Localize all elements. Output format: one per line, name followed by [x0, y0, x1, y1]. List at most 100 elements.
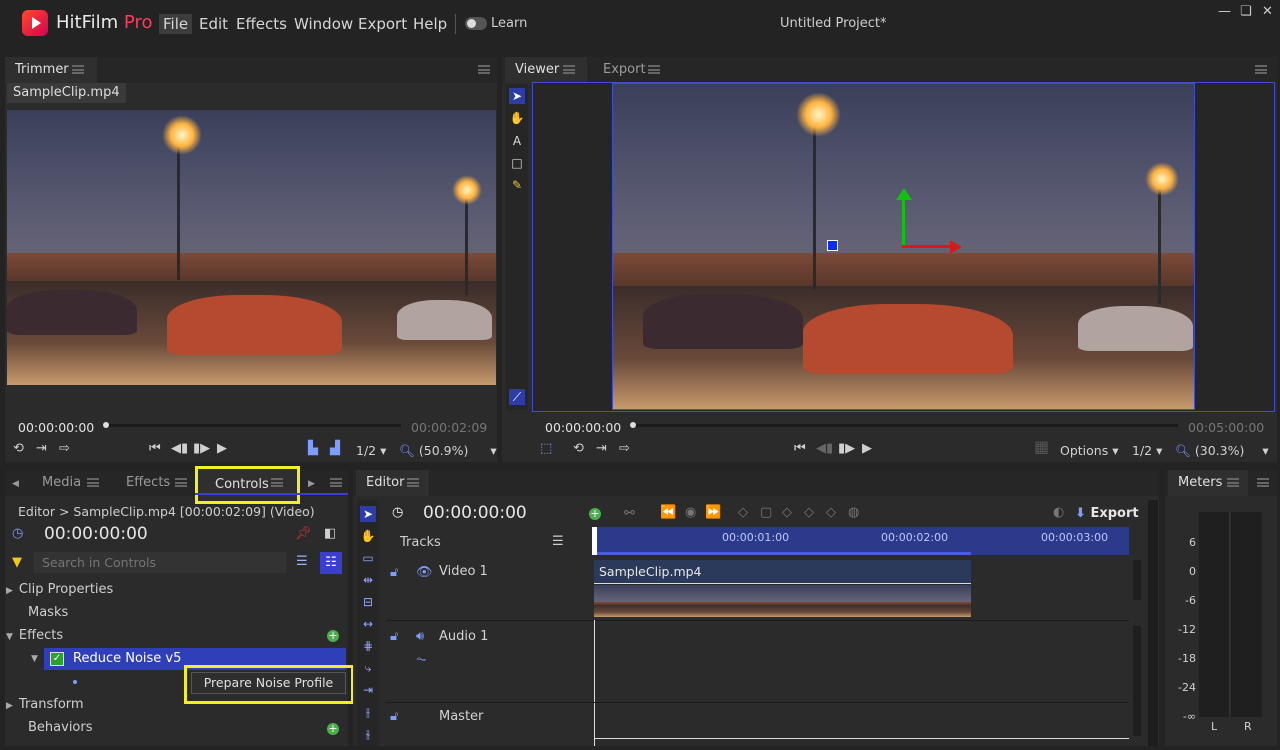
- video-track-scrollbar[interactable]: [1133, 560, 1141, 600]
- shape-tool-icon[interactable]: □: [509, 155, 525, 171]
- slip-tool-icon[interactable]: ▭: [360, 550, 376, 566]
- text-tool-icon[interactable]: A: [509, 133, 525, 149]
- controls-panel-options-icon[interactable]: [330, 478, 342, 487]
- clip-properties-row[interactable]: ▶ Clip Properties: [6, 579, 348, 601]
- snap-icon[interactable]: ◍: [848, 506, 859, 520]
- trimmer-playhead[interactable]: [103, 422, 109, 428]
- panel-menu-icon[interactable]: [72, 65, 84, 74]
- reduce-noise-expand-icon[interactable]: ▼: [31, 654, 38, 664]
- pen-tool-icon[interactable]: ✎: [509, 177, 525, 193]
- panel-layout-icon[interactable]: ◧: [324, 527, 336, 541]
- trimmer-clip-tab[interactable]: SampleClip.mp4: [7, 83, 126, 103]
- transform-x-axis-gizmo[interactable]: [902, 245, 954, 248]
- viewer-zoom-dropdown[interactable]: 🔍︎ (30.3%) ▾: [1175, 443, 1269, 459]
- mixer-tool-icon[interactable]: ⫲: [360, 704, 376, 720]
- audio-track-scrollbar[interactable]: [1133, 626, 1141, 736]
- track-select-tool-icon[interactable]: ⇥: [360, 682, 376, 698]
- tracks-menu-icon[interactable]: ☰: [552, 535, 564, 549]
- trimmer-scrubber[interactable]: [103, 424, 401, 427]
- menu-edit[interactable]: Edit: [199, 14, 228, 34]
- loop-icon[interactable]: ⟲: [13, 442, 24, 456]
- play-icon[interactable]: ▶: [217, 442, 227, 456]
- behaviors-row[interactable]: Behaviors: [6, 717, 348, 739]
- add-effect-icon[interactable]: +: [327, 630, 339, 642]
- hand-tool-icon[interactable]: ✋: [509, 110, 525, 126]
- controls-tab-menu-icon[interactable]: [271, 478, 283, 487]
- timeline-playhead[interactable]: [592, 527, 597, 555]
- editor-tab-menu-icon[interactable]: [407, 478, 419, 487]
- controls-search-input[interactable]: [34, 552, 286, 573]
- editor-select-tool-icon[interactable]: ➤: [360, 506, 376, 522]
- list-view-icon[interactable]: ☰: [296, 555, 308, 569]
- menu-window[interactable]: Window: [294, 14, 353, 34]
- pin-icon[interactable]: 📌︎: [295, 527, 312, 541]
- viewer-insert-icon[interactable]: ⇥: [596, 442, 607, 456]
- audio-speaker-icon[interactable]: 🔊︎: [416, 630, 424, 644]
- editor-hand-tool-icon[interactable]: ✋: [360, 528, 376, 544]
- viewer-loop-icon[interactable]: ⟲: [573, 442, 584, 456]
- select-tool-icon[interactable]: ➤: [509, 88, 525, 104]
- effects-tab-menu-icon[interactable]: [175, 478, 187, 487]
- transform-y-axis-gizmo[interactable]: [902, 193, 905, 247]
- y-arrow-icon[interactable]: [896, 188, 912, 200]
- tab-export[interactable]: Export: [593, 57, 656, 83]
- learn-toggle[interactable]: [465, 17, 487, 30]
- master-lock-icon[interactable]: 🔓︎: [390, 710, 398, 724]
- add-track-icon[interactable]: +: [589, 508, 601, 520]
- x-arrow-icon[interactable]: [950, 240, 962, 254]
- viewer-tab-menu-icon[interactable]: [563, 65, 575, 74]
- minimize-button[interactable]: —: [1218, 4, 1231, 19]
- transform-row[interactable]: ▶ Transform: [6, 694, 348, 716]
- marker-diamond2-icon[interactable]: ◇: [804, 506, 814, 520]
- panel-options-icon[interactable]: [478, 65, 490, 74]
- viewer-step-back-icon[interactable]: ◀▮: [816, 442, 833, 456]
- export-tab-menu-icon[interactable]: [648, 65, 660, 74]
- meters-tab-menu-icon[interactable]: [1227, 478, 1239, 487]
- viewer-options-dropdown[interactable]: Options ▾: [1060, 443, 1118, 458]
- overlay-icon[interactable]: ⇨: [59, 442, 70, 456]
- prev-keyframe-icon[interactable]: ⏪: [660, 506, 676, 520]
- step-forward-icon[interactable]: ▮▶: [193, 442, 210, 456]
- next-keyframe-icon[interactable]: ⏩: [705, 506, 721, 520]
- menu-effects[interactable]: Effects: [236, 14, 287, 34]
- tab-media[interactable]: Media: [32, 470, 91, 496]
- grid-icon[interactable]: ▦: [1034, 439, 1049, 455]
- trimmer-resolution-dropdown[interactable]: 1/2 ▾: [356, 443, 386, 458]
- close-button[interactable]: ✕: [1262, 4, 1273, 19]
- skip-start-icon[interactable]: ⏮: [149, 442, 161, 456]
- filter-icon[interactable]: ▼: [12, 556, 22, 570]
- video-lock-icon[interactable]: 🔓︎: [390, 566, 398, 580]
- effects-row[interactable]: ▼ Effects: [6, 625, 348, 647]
- video-clip-thumbnails[interactable]: [594, 585, 971, 617]
- link-icon[interactable]: ⚯: [624, 507, 635, 521]
- keyframe-icon[interactable]: ◉: [685, 506, 696, 520]
- viewer-skip-start-icon[interactable]: ⏮: [794, 442, 806, 456]
- motion-path-tool-icon[interactable]: ⟋: [509, 389, 525, 405]
- tab-scroll-left-icon[interactable]: ◀: [12, 477, 19, 491]
- tab-scroll-right-icon[interactable]: ▶: [308, 477, 315, 491]
- editor-vertical-scrollbar[interactable]: [1148, 500, 1158, 746]
- insert-icon[interactable]: ⇥: [36, 442, 47, 456]
- in-point-icon[interactable]: ▙: [308, 442, 318, 456]
- slide-tool-icon[interactable]: ↔: [360, 616, 376, 632]
- viewer-step-forward-icon[interactable]: ▮▶: [838, 442, 855, 456]
- work-area-bar[interactable]: [594, 552, 971, 555]
- levels-tool-icon[interactable]: ⫳: [360, 726, 376, 742]
- viewer-playhead[interactable]: [630, 422, 636, 428]
- viewer-overlay-icon[interactable]: ⇨: [619, 442, 630, 456]
- video-visibility-icon[interactable]: 👁︎: [416, 566, 433, 580]
- menu-help[interactable]: Help: [413, 14, 447, 34]
- menu-export[interactable]: Export: [358, 14, 407, 34]
- trimmer-video-preview[interactable]: [7, 110, 496, 385]
- out-point-icon[interactable]: ▟: [330, 442, 340, 456]
- detail-view-icon[interactable]: ☷: [320, 552, 342, 574]
- prepare-noise-profile-button[interactable]: Prepare Noise Profile: [191, 672, 346, 694]
- step-back-icon[interactable]: ◀▮: [171, 442, 188, 456]
- roll-tool-icon[interactable]: ⊟: [360, 594, 376, 610]
- marker-in-icon[interactable]: ◇: [738, 506, 748, 520]
- effect-enabled-checkbox[interactable]: ✓: [50, 652, 64, 666]
- ripple-tool-icon[interactable]: ⇹: [360, 572, 376, 588]
- menu-file[interactable]: File: [159, 14, 193, 34]
- marker-square-icon[interactable]: ▢: [760, 506, 772, 520]
- editor-export-button[interactable]: ⬇ Export: [1075, 506, 1139, 521]
